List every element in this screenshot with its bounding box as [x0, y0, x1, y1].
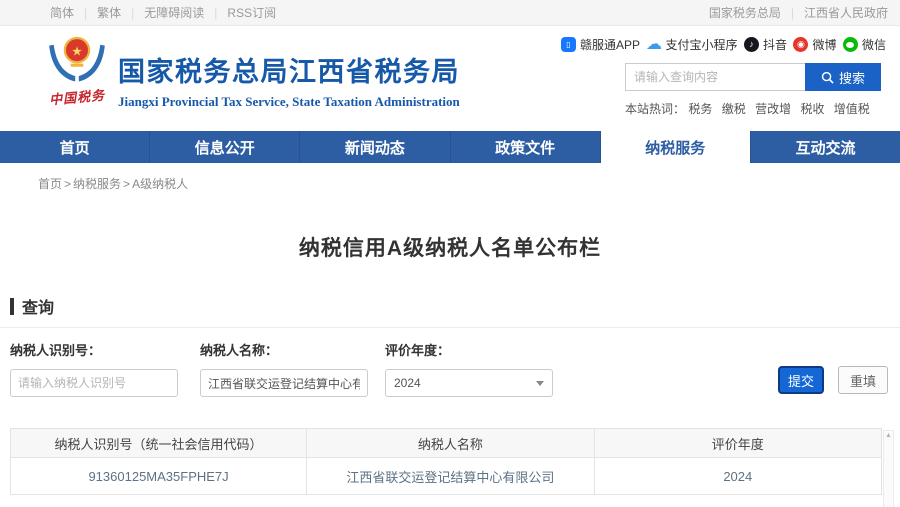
results-table-wrap: 纳税人识别号（统一社会信用代码） 纳税人名称 评价年度 91360125MA35… — [10, 428, 890, 495]
header-taxpayer-id: 纳税人识别号（统一社会信用代码） — [11, 429, 307, 458]
breadcrumb: 首页>纳税服务>A级纳税人 — [38, 175, 900, 192]
site-subtitle: Jiangxi Provincial Tax Service, State Ta… — [118, 94, 460, 110]
chevron-down-icon — [536, 381, 544, 386]
douyin-icon: ♪ — [744, 37, 759, 52]
page: 简体|繁体|无障碍阅读|RSS订阅 国家税务总局|江西省人民政府 ★ 中国税务 … — [0, 0, 900, 507]
taxpayer-name-label: 纳税人名称： — [200, 340, 368, 359]
site-search: 搜索 — [625, 63, 886, 91]
link-accessibility[interactable]: 无障碍阅读 — [144, 6, 204, 20]
link-rss[interactable]: RSS订阅 — [227, 6, 276, 20]
hot-word-link[interactable]: 增值税 — [834, 102, 870, 116]
tax-emblem-icon: ★ — [48, 34, 106, 86]
query-form: 纳税人识别号： 纳税人名称： 评价年度： 2024 提交 重填 — [0, 340, 900, 412]
site-header: ★ 中国税务 国家税务总局江西省税务局 Jiangxi Provincial T… — [0, 26, 900, 131]
reset-button[interactable]: 重填 — [838, 366, 888, 394]
breadcrumb-home[interactable]: 首页 — [38, 177, 62, 191]
wechat-icon — [843, 37, 858, 52]
ganfutong-app-icon: ▯ — [561, 37, 576, 52]
main-nav: 首页 信息公开 新闻动态 政策文件 纳税服务 互动交流 — [0, 131, 900, 163]
link-state-taxation-administration[interactable]: 国家税务总局 — [709, 6, 781, 20]
query-section-header: 查询 — [0, 294, 900, 328]
site-logo: ★ 中国税务 — [46, 34, 108, 106]
quicklink-douyin[interactable]: ♪ 抖音 — [744, 36, 787, 53]
evaluation-year-select[interactable]: 2024 — [385, 369, 553, 397]
quicklink-wechat[interactable]: 微信 — [843, 36, 886, 53]
nav-item-home[interactable]: 首页 — [0, 131, 150, 163]
table-header-row: 纳税人识别号（统一社会信用代码） 纳税人名称 评价年度 — [11, 429, 882, 458]
breadcrumb-current: A级纳税人 — [132, 177, 188, 191]
cell-evaluation-year: 2024 — [594, 458, 881, 495]
quick-links: ▯ 赣服通APP ☁ 支付宝小程序 ♪ 抖音 ◉ 微博 微信 — [561, 36, 886, 53]
breadcrumb-tax-services[interactable]: 纳税服务 — [73, 177, 121, 191]
logo-caption: 中国税务 — [45, 84, 108, 108]
nav-item-news[interactable]: 新闻动态 — [300, 131, 450, 163]
hot-word-link[interactable]: 税务 — [688, 102, 712, 116]
hot-word-link[interactable]: 税收 — [800, 102, 824, 116]
header-right: ▯ 赣服通APP ☁ 支付宝小程序 ♪ 抖音 ◉ 微博 微信 — [561, 36, 886, 117]
table-row: 91360125MA35FPHE7J 江西省联交运登记结算中心有限公司 2024 — [11, 458, 882, 495]
taxpayer-id-label: 纳税人识别号： — [10, 340, 178, 359]
nav-item-policy-documents[interactable]: 政策文件 — [451, 131, 601, 163]
search-input[interactable] — [625, 63, 805, 91]
link-traditional-chinese[interactable]: 繁体 — [97, 6, 121, 20]
cell-taxpayer-name: 江西省联交运登记结算中心有限公司 — [307, 458, 594, 495]
quicklink-ganfutong-app[interactable]: ▯ 赣服通APP — [561, 36, 640, 53]
alipay-mini-program-icon: ☁ — [646, 37, 661, 52]
page-title: 纳税信用A级纳税人名单公布栏 — [0, 232, 900, 262]
top-utility-bar: 简体|繁体|无障碍阅读|RSS订阅 国家税务总局|江西省人民政府 — [0, 0, 900, 26]
taxpayer-id-input[interactable] — [10, 369, 178, 397]
site-logo-link[interactable]: ★ 中国税务 国家税务总局江西省税务局 Jiangxi Provincial T… — [46, 34, 460, 110]
header-evaluation-year: 评价年度 — [594, 429, 881, 458]
link-jiangxi-government[interactable]: 江西省人民政府 — [804, 6, 888, 20]
nav-item-information-disclosure[interactable]: 信息公开 — [150, 131, 300, 163]
link-simplified-chinese[interactable]: 简体 — [50, 6, 74, 20]
topbar-left-links: 简体|繁体|无障碍阅读|RSS订阅 — [50, 4, 276, 21]
evaluation-year-value: 2024 — [394, 376, 421, 390]
site-title: 国家税务总局江西省税务局 — [118, 50, 460, 89]
svg-text:★: ★ — [71, 45, 82, 59]
scroll-up-icon: ▲ — [884, 431, 893, 441]
search-button[interactable]: 搜索 — [805, 63, 881, 91]
taxpayer-name-input[interactable] — [200, 369, 368, 397]
topbar-right-links: 国家税务总局|江西省人民政府 — [709, 4, 888, 21]
nav-item-tax-services[interactable]: 纳税服务 — [601, 131, 751, 163]
header-taxpayer-name: 纳税人名称 — [307, 429, 594, 458]
cell-taxpayer-id: 91360125MA35FPHE7J — [11, 458, 307, 495]
table-scrollbar[interactable]: ▲ — [883, 430, 894, 507]
quicklink-weibo[interactable]: ◉ 微博 — [793, 36, 836, 53]
hot-words: 本站热词： 税务 缴税 营改增 税收 增值税 — [625, 100, 886, 117]
submit-button[interactable]: 提交 — [778, 366, 824, 394]
evaluation-year-label: 评价年度： — [385, 340, 553, 359]
quicklink-alipay-mini-program[interactable]: ☁ 支付宝小程序 — [646, 36, 737, 53]
hot-words-label: 本站热词： — [625, 102, 685, 116]
results-table: 纳税人识别号（统一社会信用代码） 纳税人名称 评价年度 91360125MA35… — [10, 428, 882, 495]
hot-word-link[interactable]: 缴税 — [722, 102, 746, 116]
nav-item-interaction[interactable]: 互动交流 — [751, 131, 900, 163]
query-section-title: 查询 — [22, 294, 54, 318]
hot-word-link[interactable]: 营改增 — [755, 102, 791, 116]
weibo-icon: ◉ — [793, 37, 808, 52]
search-icon — [821, 71, 834, 84]
section-bar — [10, 298, 14, 315]
